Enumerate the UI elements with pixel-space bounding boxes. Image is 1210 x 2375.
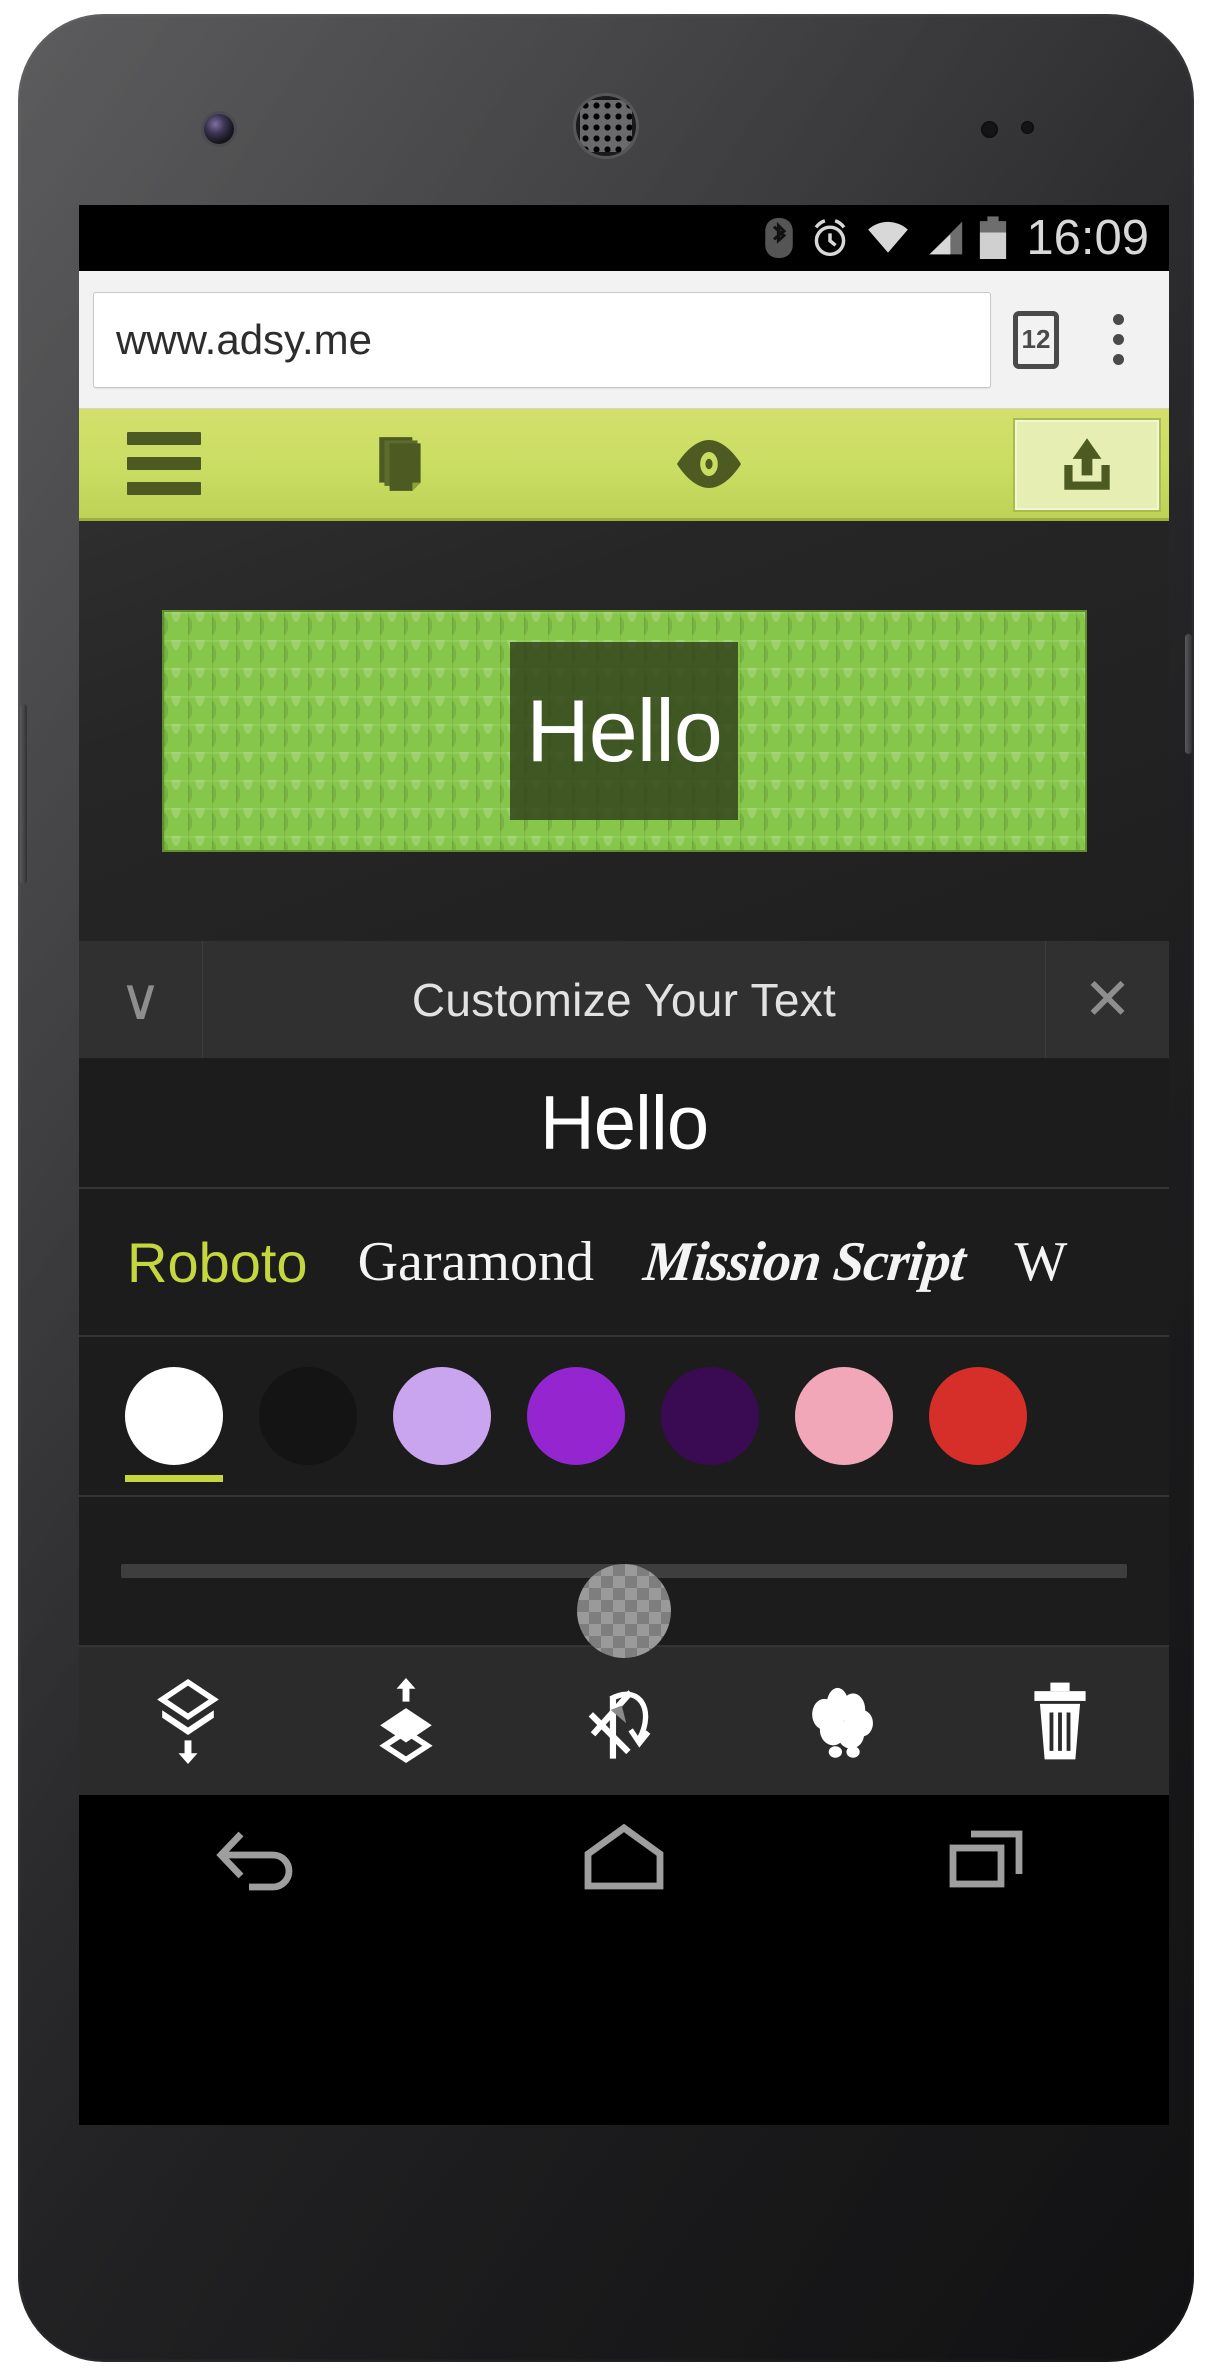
- hamburger-menu-icon[interactable]: [79, 409, 249, 518]
- swatch-fill: [125, 1367, 223, 1465]
- volume-rocker[interactable]: [20, 704, 27, 884]
- front-camera: [204, 114, 234, 144]
- menu-dot: [1112, 314, 1124, 325]
- swatch-fill: [527, 1367, 625, 1465]
- delete-trash-icon[interactable]: [951, 1647, 1169, 1795]
- text-preview-row[interactable]: Hello: [79, 1059, 1169, 1189]
- font-option-mission-script[interactable]: Mission Script: [641, 1230, 968, 1294]
- text-preview: Hello: [539, 1080, 709, 1166]
- blur-cloud-icon[interactable]: [733, 1647, 951, 1795]
- overflow-menu-icon[interactable]: [1081, 292, 1155, 388]
- text-layer-box[interactable]: Hello: [510, 642, 738, 820]
- power-button[interactable]: [1185, 634, 1192, 754]
- color-swatch-white[interactable]: [125, 1336, 223, 1496]
- menu-bar: [127, 457, 201, 470]
- battery-icon: [978, 215, 1008, 261]
- font-option-partial[interactable]: W: [1015, 1230, 1068, 1294]
- alarm-icon: [808, 216, 852, 260]
- url-input[interactable]: www.adsy.me: [93, 291, 991, 388]
- customize-panel-header: ∨ Customize Your Text ✕: [79, 941, 1169, 1059]
- pages-stack-icon[interactable]: [249, 409, 556, 518]
- color-swatch-light-purple[interactable]: [393, 1336, 491, 1496]
- opacity-slider-track[interactable]: [121, 1564, 1127, 1658]
- back-nav-icon[interactable]: [161, 1795, 361, 1921]
- swatch-fill: [259, 1367, 357, 1465]
- design-text: Hello: [526, 681, 723, 780]
- upload-export-icon[interactable]: [1013, 418, 1161, 512]
- phone-screen: 16:09 www.adsy.me 12 Hello ∨ Customize Y…: [79, 205, 1169, 2125]
- color-swatch-red[interactable]: [929, 1336, 1027, 1496]
- color-swatch-pink[interactable]: [795, 1336, 893, 1496]
- browser-chrome-bar: www.adsy.me 12: [79, 271, 1169, 409]
- reset-rotation-icon[interactable]: [515, 1647, 733, 1795]
- status-bar-clock: 16:09: [1026, 210, 1149, 265]
- earpiece-speaker: [576, 96, 636, 156]
- design-canvas-area: Hello: [79, 521, 1169, 941]
- home-nav-icon[interactable]: [524, 1795, 724, 1921]
- chevron-down-icon: ∨: [119, 966, 162, 1032]
- color-picker-row[interactable]: [79, 1337, 1169, 1497]
- swatch-fill: [393, 1367, 491, 1465]
- design-canvas[interactable]: Hello: [161, 610, 1087, 852]
- layer-actions-row: [79, 1647, 1169, 1795]
- tab-count-badge: 12: [1013, 310, 1059, 369]
- color-swatch-black[interactable]: [259, 1336, 357, 1496]
- menu-dot: [1112, 334, 1124, 345]
- panel-title-wrap: Customize Your Text: [203, 941, 1045, 1058]
- tab-switcher-button[interactable]: 12: [991, 292, 1081, 388]
- close-icon: ✕: [1083, 966, 1132, 1032]
- color-swatch-dark-purple[interactable]: [661, 1336, 759, 1496]
- phone-device-frame: 16:09 www.adsy.me 12 Hello ∨ Customize Y…: [18, 14, 1194, 2362]
- proximity-sensor-icon: [981, 121, 998, 138]
- menu-bar: [127, 482, 201, 495]
- opacity-slider-thumb[interactable]: [577, 1564, 671, 1658]
- panel-title: Customize Your Text: [411, 973, 837, 1026]
- color-swatch-purple[interactable]: [527, 1336, 625, 1496]
- app-toolbar: [79, 409, 1169, 521]
- wifi-icon: [866, 217, 910, 259]
- close-panel-button[interactable]: ✕: [1045, 941, 1169, 1058]
- menu-bar: [127, 432, 201, 445]
- font-option-garamond[interactable]: Garamond: [358, 1230, 594, 1294]
- ambient-light-sensor-icon: [1021, 121, 1034, 134]
- android-navigation-bar: [79, 1795, 1169, 1921]
- bluetooth-icon: [764, 216, 794, 260]
- bring-forward-icon[interactable]: [297, 1647, 515, 1795]
- menu-dot: [1112, 354, 1124, 365]
- swatch-fill: [929, 1367, 1027, 1465]
- font-option-roboto[interactable]: Roboto: [127, 1230, 308, 1295]
- eye-preview-icon[interactable]: [556, 409, 863, 518]
- url-text: www.adsy.me: [116, 315, 372, 363]
- collapse-panel-button[interactable]: ∨: [79, 941, 203, 1058]
- recents-nav-icon[interactable]: [887, 1795, 1087, 1921]
- swatch-fill: [661, 1367, 759, 1465]
- cellular-signal-icon: [924, 217, 964, 259]
- swatch-fill: [795, 1367, 893, 1465]
- font-picker-row[interactable]: Roboto Garamond Mission Script W: [79, 1189, 1169, 1337]
- opacity-slider-row[interactable]: [79, 1497, 1169, 1658]
- send-backward-icon[interactable]: [79, 1647, 297, 1795]
- status-bar: 16:09: [79, 205, 1169, 271]
